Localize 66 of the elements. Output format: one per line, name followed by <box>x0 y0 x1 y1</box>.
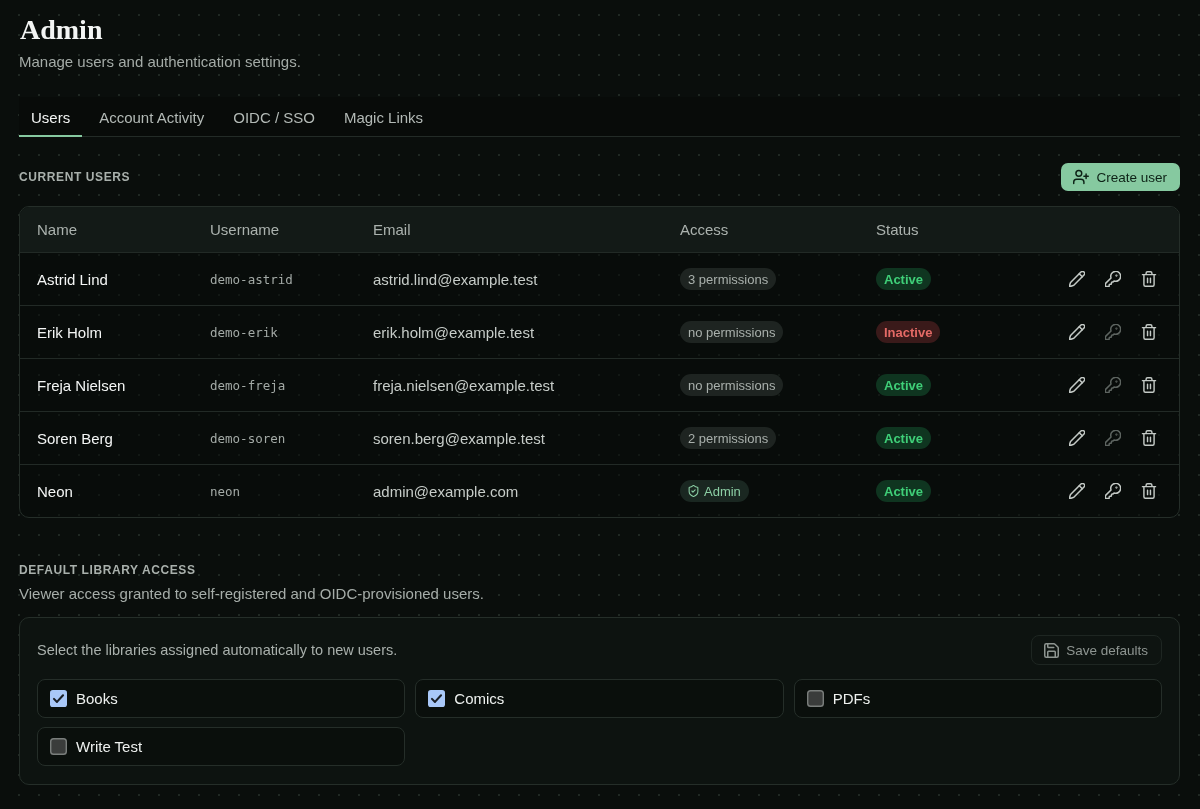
checkbox[interactable] <box>806 690 824 707</box>
instructions-text: Select the libraries assigned automatically to new users. <box>37 642 398 658</box>
pencil-icon <box>1069 324 1085 340</box>
key-icon <box>1105 324 1121 340</box>
checkbox[interactable] <box>428 690 446 707</box>
email-address: admin@example.com <box>373 482 519 500</box>
checkbox[interactable] <box>50 738 67 755</box>
permissions-badge: 2 permissions <box>680 427 777 449</box>
email-address: erik.holm@example.test <box>373 323 535 341</box>
email-address: astrid.lind@example.test <box>373 270 538 288</box>
username-text: demo-erik <box>210 324 278 340</box>
library-option[interactable]: Comics <box>415 679 784 718</box>
key-icon <box>1105 430 1121 446</box>
status-badge: Active <box>876 268 932 290</box>
username-text: demo-astrid <box>210 271 293 287</box>
pencil-icon <box>1069 377 1085 393</box>
page-subtitle: Manage users and authentication settings. <box>19 52 301 72</box>
key-icon <box>1105 483 1121 499</box>
column-header: Email <box>373 221 411 238</box>
section-heading: CURRENT USERS <box>19 169 131 185</box>
status-badge: Active <box>876 480 932 502</box>
column-header: Username <box>210 221 280 238</box>
trash-icon <box>1141 430 1157 446</box>
pencil-icon <box>1069 430 1085 446</box>
status-badge: Active <box>876 374 932 396</box>
library-option[interactable]: Write Test <box>37 727 406 766</box>
user-name: Erik Holm <box>37 323 102 341</box>
section-description: Viewer access granted to self-registered and OIDC-provisioned users. <box>19 584 484 604</box>
user-name: Neon <box>37 482 73 500</box>
tab[interactable]: Account Activity <box>87 97 217 137</box>
library-option[interactable]: Books <box>37 679 406 718</box>
pencil-icon <box>1069 483 1085 499</box>
key-icon <box>1105 271 1121 287</box>
status-badge: Active <box>876 427 932 449</box>
trash-icon <box>1141 324 1157 340</box>
section-heading: DEFAULT LIBRARY ACCESS <box>19 562 196 578</box>
user-plus-icon <box>1073 169 1090 185</box>
column-header: Status <box>876 221 919 238</box>
email-address: soren.berg@example.test <box>373 429 545 447</box>
column-header: Access <box>680 221 729 238</box>
permissions-badge: no permissions <box>680 321 784 343</box>
trash-icon <box>1141 271 1157 287</box>
shield-check-icon <box>688 485 699 497</box>
pencil-icon <box>1069 271 1085 287</box>
checkbox[interactable] <box>50 690 67 707</box>
username-text: demo-soren <box>210 430 286 446</box>
trash-icon <box>1141 483 1157 499</box>
user-name: Soren Berg <box>37 429 113 447</box>
column-header: Name <box>37 221 77 238</box>
user-name: Freja Nielsen <box>37 376 126 394</box>
tab[interactable]: Magic Links <box>331 97 436 137</box>
key-icon <box>1105 377 1121 393</box>
page-title: Admin <box>19 14 103 46</box>
status-badge: Inactive <box>876 321 941 343</box>
user-name: Astrid Lind <box>37 270 108 288</box>
email-address: freja.nielsen@example.test <box>373 376 555 394</box>
tab[interactable]: OIDC / SSO <box>221 97 327 137</box>
library-option[interactable]: PDFs <box>793 679 1162 718</box>
permissions-badge: no permissions <box>680 374 784 396</box>
trash-icon <box>1141 377 1157 393</box>
create-user-button[interactable]: Create user <box>1061 163 1180 191</box>
permissions-badge: 3 permissions <box>680 268 777 290</box>
admin-label: Admin <box>704 483 741 499</box>
tab[interactable]: Users <box>19 97 83 137</box>
username-text: demo-freja <box>210 377 286 393</box>
username-text: neon <box>210 483 241 499</box>
